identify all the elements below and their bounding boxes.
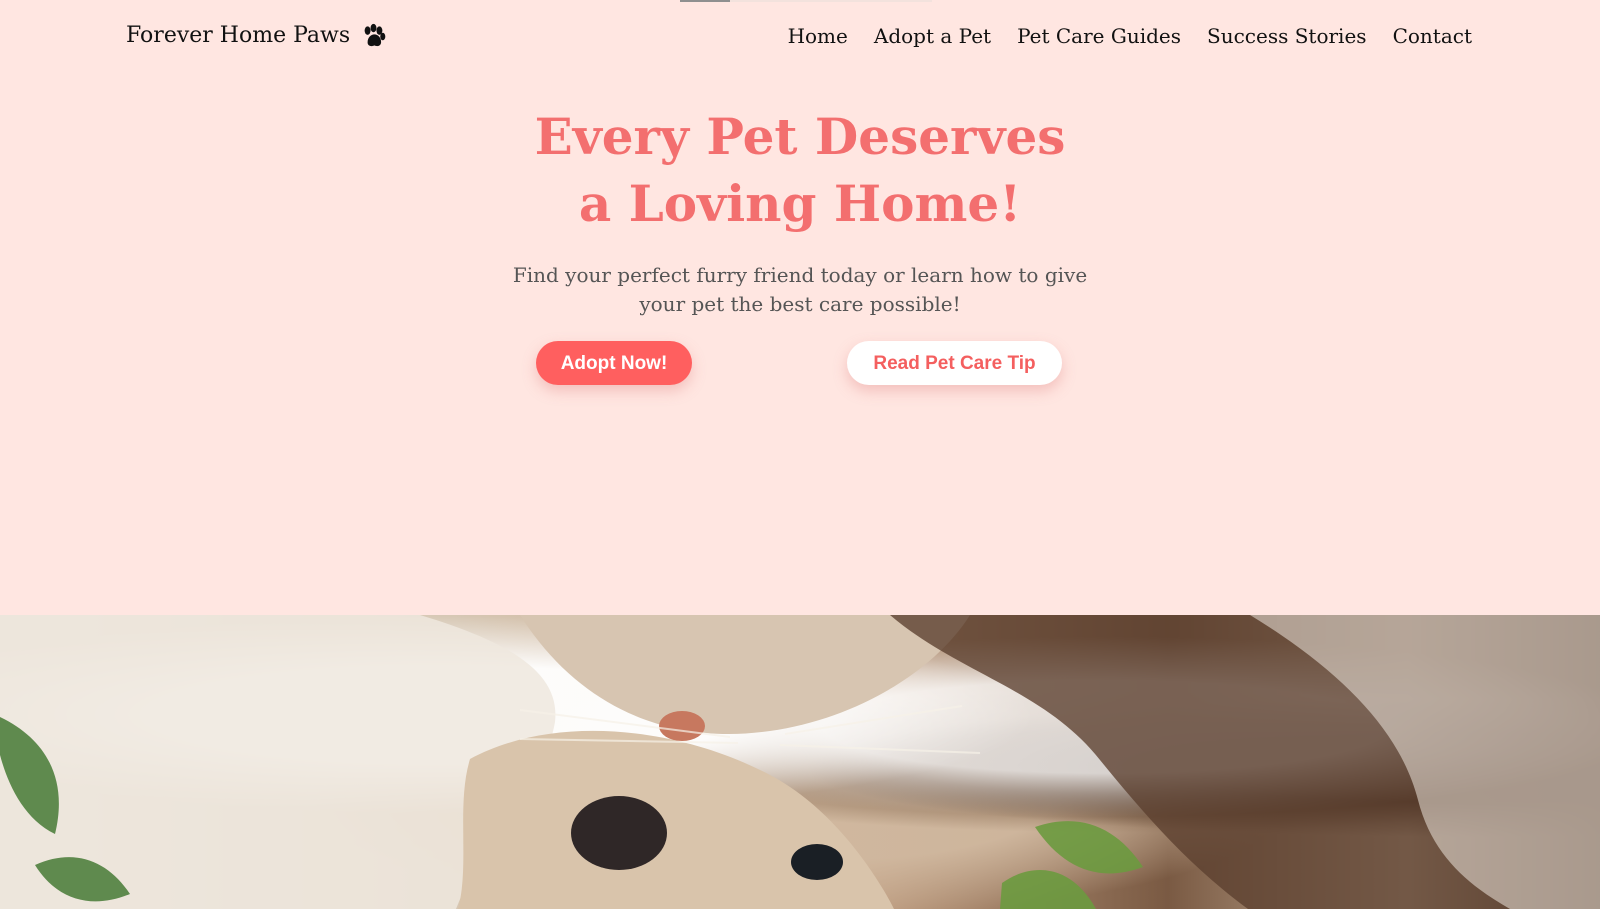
main-nav: Home Adopt a Pet Pet Care Guides Success… <box>788 21 1472 51</box>
dog-eye <box>791 844 843 880</box>
nav-adopt-a-pet[interactable]: Adopt a Pet <box>874 21 991 51</box>
read-pet-care-tip-button[interactable]: Read Pet Care Tip <box>847 341 1062 385</box>
adopt-now-button[interactable]: Adopt Now! <box>536 341 692 385</box>
dog-face-shape <box>458 730 894 909</box>
pet-photo-image <box>0 615 1600 909</box>
hero-subtitle: Find your perfect furry friend today or … <box>512 263 1088 316</box>
nav-home[interactable]: Home <box>788 21 848 51</box>
nav-contact[interactable]: Contact <box>1393 21 1472 51</box>
hero-section: Every Pet Deserves a Loving Home! Find y… <box>0 103 1600 319</box>
landing-page: Forever Home Paws Home Adopt a Pet Pet C… <box>0 0 1600 909</box>
bottom-green-leaves <box>1000 821 1143 909</box>
brand-name[interactable]: Forever Home Paws <box>126 21 350 51</box>
site-brand[interactable]: Forever Home Paws <box>126 21 387 51</box>
cat-nose <box>659 711 705 741</box>
nav-success-stories[interactable]: Success Stories <box>1207 21 1367 51</box>
hero-title: Every Pet Deserves a Loving Home! <box>534 107 1066 233</box>
paw-icon <box>364 23 386 46</box>
nav-pet-care-guides[interactable]: Pet Care Guides <box>1017 21 1181 51</box>
cat-and-dog-photo <box>0 615 1600 909</box>
hero-actions: Adopt Now! Read Pet Care Tip <box>0 341 1600 387</box>
dog-nose <box>571 796 667 870</box>
top-navigation: Forever Home Paws Home Adopt a Pet Pet C… <box>0 0 1600 72</box>
